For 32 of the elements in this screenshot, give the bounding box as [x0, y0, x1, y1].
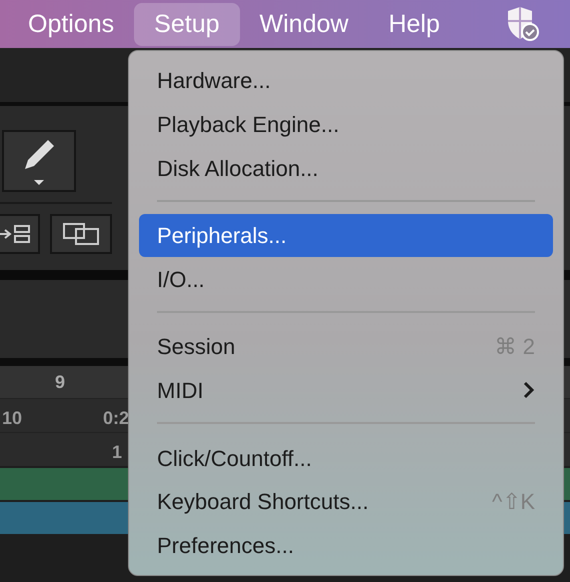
tool-button[interactable]	[0, 214, 40, 254]
menu-bar-item[interactable]: Options	[8, 2, 134, 46]
menu-item-label: Disk Allocation...	[157, 154, 318, 183]
shield-check-icon[interactable]	[506, 6, 540, 42]
menu-item[interactable]: MIDI	[139, 368, 553, 412]
menu-item-label: Hardware...	[157, 67, 271, 96]
bar-number: 9	[55, 370, 66, 394]
pencil-tool-button[interactable]	[2, 130, 76, 192]
arrow-to-rows-icon	[0, 224, 31, 244]
menu-item-label: Click/Countoff...	[157, 444, 312, 473]
menu-item-label: Keyboard Shortcuts...	[157, 488, 369, 516]
menu-item[interactable]: Click/Countoff...	[139, 436, 553, 480]
menu-item-label: Session	[157, 333, 236, 362]
menu-bar-item[interactable]: Window	[240, 2, 368, 46]
menu-item-label: Preferences...	[157, 532, 294, 560]
menu-item[interactable]: Hardware...	[139, 59, 553, 103]
menu-item[interactable]: Peripherals...	[139, 214, 553, 258]
sample-label: 1	[112, 441, 122, 464]
overlapping-rectangles-icon	[63, 223, 99, 245]
menu-item[interactable]: I/O...	[139, 257, 553, 302]
menu-item[interactable]: Disk Allocation...	[139, 146, 553, 190]
menu-item-label: I/O...	[157, 266, 205, 294]
menu-item[interactable]: Preferences...	[139, 523, 553, 568]
chevron-right-icon	[523, 380, 535, 400]
timecode-label: 0:2	[103, 407, 130, 430]
menu-item-label: Peripherals...	[157, 222, 287, 250]
menu-item-label: MIDI	[157, 376, 204, 405]
timecode-label: 10	[2, 407, 22, 430]
menu-item-label: Playback Engine...	[157, 110, 340, 139]
menu-bar-item[interactable]: Help	[368, 2, 460, 46]
menu-item[interactable]: Playback Engine...	[139, 102, 553, 146]
tool-button[interactable]	[50, 214, 112, 254]
